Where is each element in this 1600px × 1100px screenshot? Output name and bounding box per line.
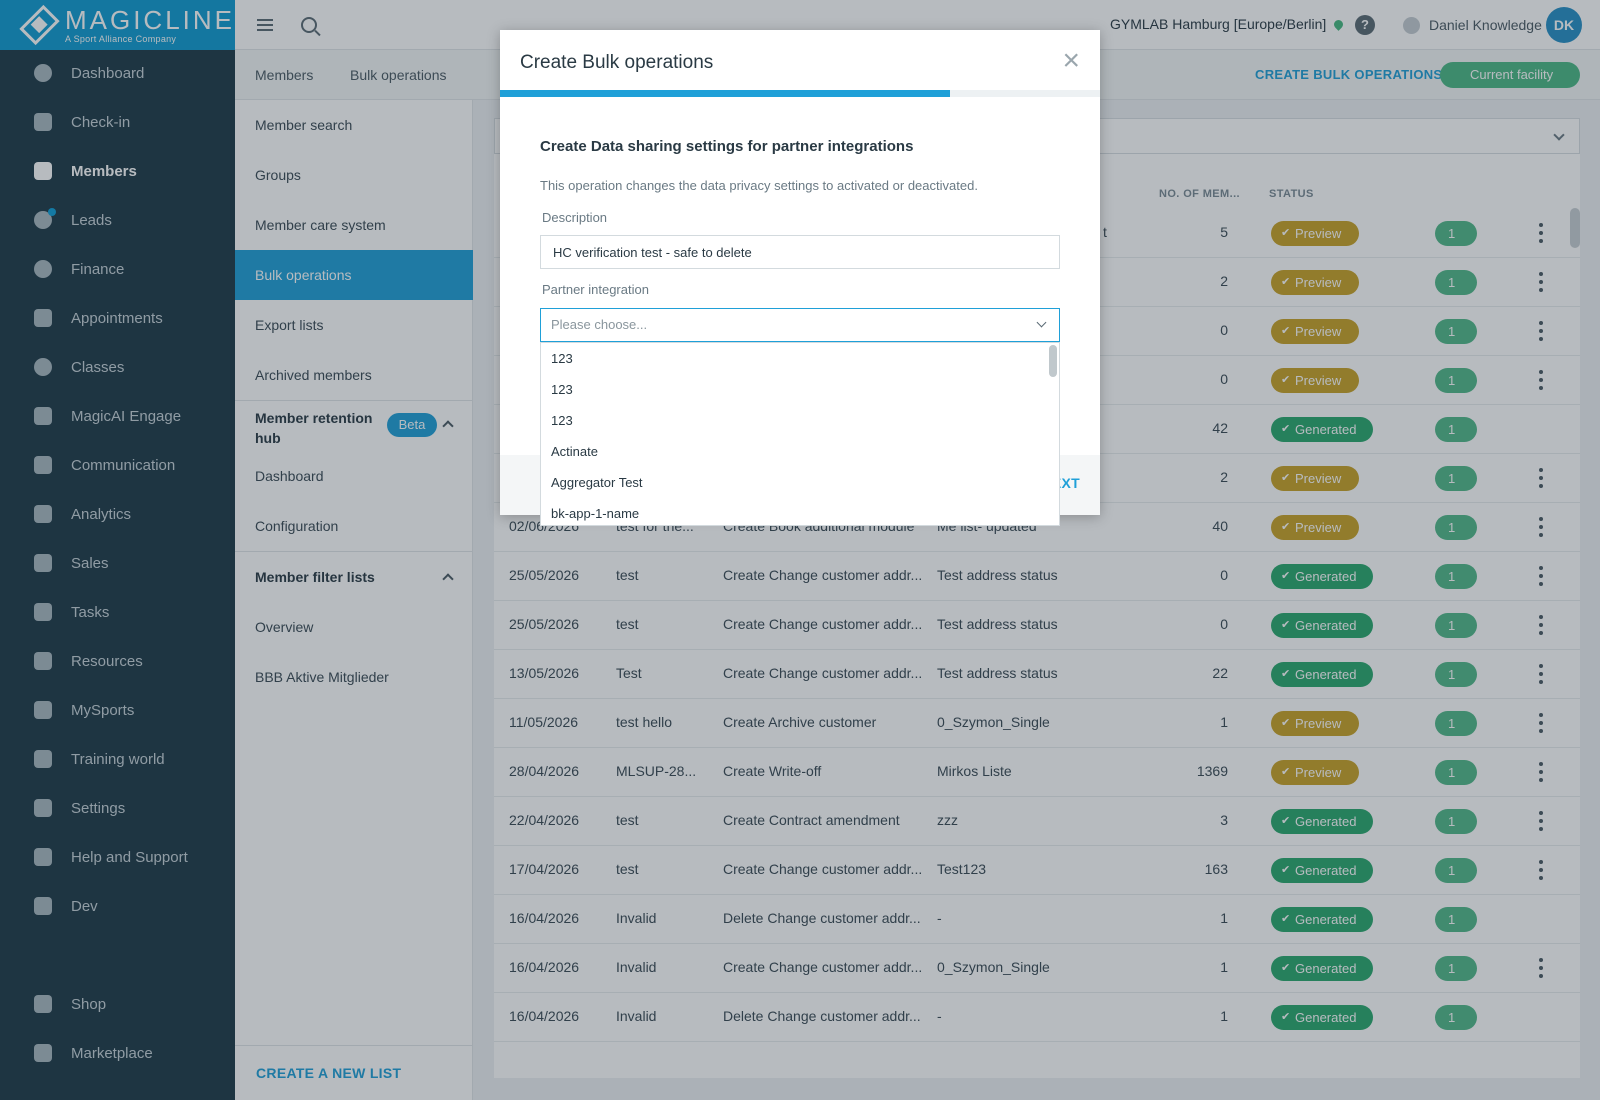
partner-integration-select[interactable]: Please choose... xyxy=(540,308,1060,342)
dropdown-scrollbar[interactable] xyxy=(1049,345,1057,377)
description-input[interactable] xyxy=(540,235,1060,269)
dropdown-option[interactable]: 123 xyxy=(541,405,1047,437)
step-progress-bar xyxy=(500,90,1100,97)
close-icon[interactable]: × xyxy=(1062,46,1080,76)
chevron-down-icon xyxy=(1036,317,1047,328)
partner-integration-options: 123 123 123 Actinate Aggregator Test bk-app-1… xyxy=(540,342,1060,526)
partner-integration-placeholder: Please choose... xyxy=(551,317,648,332)
dialog-title: Create Bulk operations xyxy=(520,52,714,73)
operation-description: This operation changes the data privacy … xyxy=(540,178,978,193)
description-label: Description xyxy=(542,210,608,225)
operation-heading: Create Data sharing settings for partner… xyxy=(540,138,914,155)
dropdown-option[interactable]: bk-app-1-name xyxy=(541,498,1047,525)
partner-integration-label: Partner integration xyxy=(542,282,649,297)
dropdown-option[interactable]: 123 xyxy=(541,343,1047,375)
progress-fill xyxy=(500,90,950,97)
dropdown-option[interactable]: Aggregator Test xyxy=(541,467,1047,499)
dropdown-option[interactable]: 123 xyxy=(541,374,1047,406)
dropdown-option[interactable]: Actinate xyxy=(541,436,1047,468)
